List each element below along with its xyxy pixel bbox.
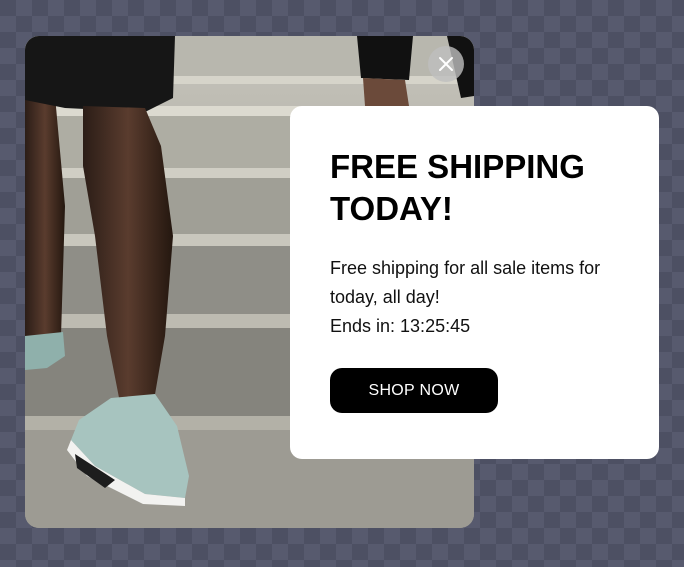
close-icon bbox=[439, 57, 453, 71]
popup-description: Free shipping for all sale items for tod… bbox=[330, 258, 601, 307]
countdown-text: Ends in: 13:25:45 bbox=[330, 316, 471, 336]
popup-headline: FREE SHIPPING TODAY! bbox=[330, 148, 585, 227]
popup-body: Free shipping for all sale items for tod… bbox=[330, 254, 630, 341]
close-button[interactable] bbox=[428, 46, 464, 82]
shop-now-button[interactable]: SHOP NOW bbox=[330, 368, 498, 413]
promo-card: FREE SHIPPING TODAY! Free shipping for a… bbox=[290, 106, 659, 459]
